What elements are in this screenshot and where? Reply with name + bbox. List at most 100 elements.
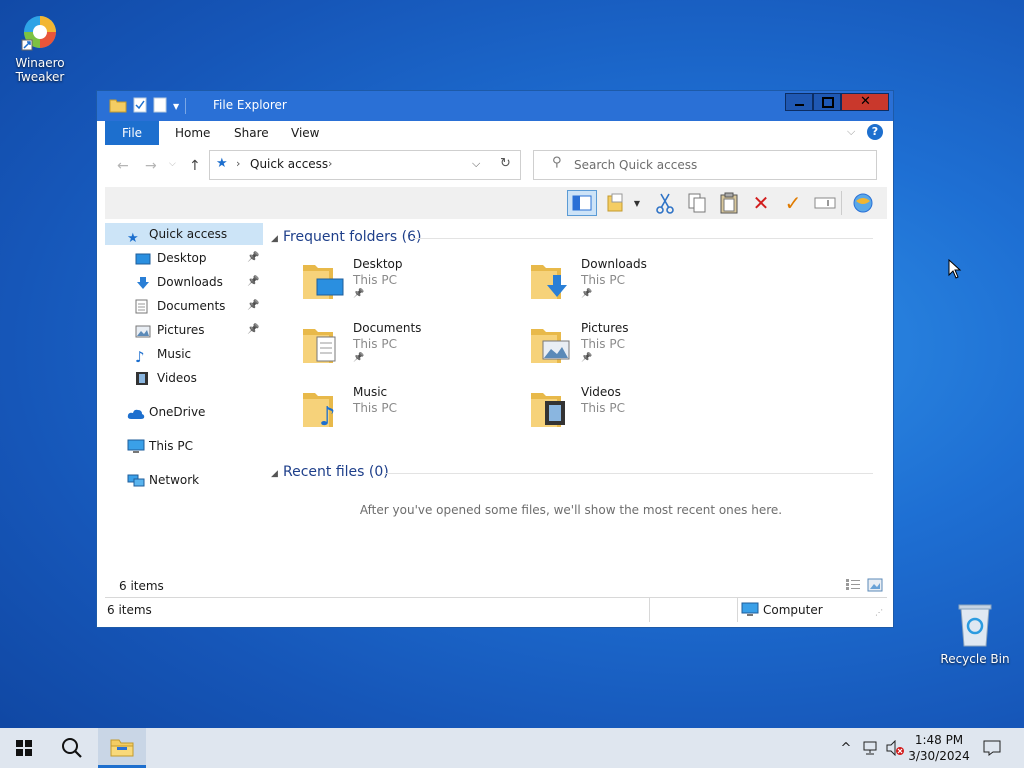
clock[interactable]: 1:48 PM 3/30/2024 bbox=[908, 732, 970, 764]
frequent-folders-header[interactable]: ◢ Frequent folders (6) bbox=[271, 229, 422, 245]
location-label: Computer bbox=[763, 603, 823, 617]
search-icon: ⚲ bbox=[552, 155, 562, 170]
recent-locations-button[interactable]: ⌵ bbox=[169, 159, 176, 169]
nav-item-desktop[interactable]: Desktop 📌 bbox=[105, 247, 263, 269]
command-toolbar: ▼ ✕ ✓ bbox=[105, 187, 887, 219]
close-button[interactable]: ✕ bbox=[841, 93, 889, 111]
forward-button[interactable]: → bbox=[145, 158, 157, 174]
folder-location: This PC bbox=[581, 337, 625, 351]
action-center-button[interactable] bbox=[980, 728, 1004, 768]
tab-file[interactable]: File bbox=[105, 121, 159, 145]
network-icon bbox=[127, 473, 145, 487]
show-hidden-icons-button[interactable]: ^ bbox=[836, 728, 856, 768]
collapse-caret-icon: ◢ bbox=[271, 469, 278, 479]
picture-icon bbox=[135, 323, 151, 338]
resize-grip[interactable]: ⋰ bbox=[875, 608, 885, 618]
title-bar[interactable]: ▼ File Explorer ✕ bbox=[97, 91, 893, 121]
folder-tile-desktop[interactable]: Desktop This PC 📌 bbox=[301, 257, 521, 313]
item-count: 6 items bbox=[119, 579, 164, 593]
folder-tile-documents[interactable]: Documents This PC 📌 bbox=[301, 321, 521, 377]
folder-icon bbox=[109, 97, 127, 116]
tab-view[interactable]: View bbox=[291, 121, 319, 145]
desktop-icon-winaero-tweaker[interactable]: Winaero Tweaker bbox=[0, 12, 80, 84]
folder-tile-music[interactable]: ♪ Music This PC bbox=[301, 385, 521, 441]
folder-location: This PC bbox=[353, 401, 397, 415]
up-button[interactable]: ↑ bbox=[189, 158, 201, 174]
desktop-icon-label: Tweaker bbox=[15, 70, 65, 84]
back-button[interactable]: ← bbox=[117, 158, 129, 174]
address-bar[interactable]: ★ › Quick access › ⌵ ↻ bbox=[209, 150, 521, 180]
pin-icon: 📌 bbox=[581, 289, 593, 299]
search-button[interactable] bbox=[48, 728, 96, 768]
refresh-icon[interactable]: ↻ bbox=[500, 156, 511, 171]
nav-item-onedrive[interactable]: OneDrive bbox=[105, 401, 263, 423]
globe-icon[interactable] bbox=[851, 191, 875, 215]
nav-item-videos[interactable]: Videos bbox=[105, 367, 263, 389]
properties-icon[interactable] bbox=[133, 97, 147, 116]
nav-item-label: Pictures bbox=[157, 323, 205, 337]
item-count-bottom: 6 items bbox=[107, 603, 152, 617]
nav-item-music[interactable]: ♪ Music bbox=[105, 343, 263, 365]
nav-item-label: Quick access bbox=[149, 227, 228, 241]
music-note-icon: ♪ bbox=[135, 348, 145, 366]
notification-icon bbox=[983, 740, 1001, 756]
address-bar-row: ← → ⌵ ↑ ★ › Quick access › ⌵ ↻ ⚲ Search … bbox=[105, 147, 887, 185]
details-view-icon[interactable] bbox=[845, 578, 861, 595]
cut-icon[interactable] bbox=[653, 191, 677, 215]
chevron-down-icon[interactable]: ▼ bbox=[631, 191, 643, 215]
expand-ribbon-icon[interactable]: ⌵ bbox=[847, 125, 855, 139]
breadcrumb-quick-access[interactable]: Quick access bbox=[250, 157, 328, 171]
nav-item-network[interactable]: Network bbox=[105, 469, 263, 491]
check-icon[interactable]: ✓ bbox=[781, 191, 805, 215]
nav-item-quick-access[interactable]: ★ Quick access bbox=[105, 223, 263, 246]
maximize-button[interactable] bbox=[813, 93, 841, 111]
rename-icon[interactable] bbox=[813, 191, 837, 215]
navigation-pane: ★ Quick access Desktop 📌 Downloads 📌 Documents… bbox=[105, 223, 263, 569]
star-icon: ★ bbox=[216, 156, 228, 171]
cloud-icon bbox=[127, 405, 145, 419]
copy-icon[interactable] bbox=[685, 191, 709, 215]
star-icon: ★ bbox=[127, 231, 139, 246]
pin-icon: 📌 bbox=[247, 300, 260, 311]
nav-item-label: Desktop bbox=[157, 251, 207, 265]
start-button[interactable] bbox=[0, 728, 48, 768]
tab-home[interactable]: Home bbox=[175, 121, 210, 145]
folder-name: Videos bbox=[581, 385, 621, 399]
new-folder-icon[interactable] bbox=[153, 97, 167, 116]
nav-item-downloads[interactable]: Downloads 📌 bbox=[105, 271, 263, 293]
mouse-cursor-icon bbox=[948, 259, 962, 279]
taskbar-file-explorer[interactable] bbox=[98, 728, 146, 768]
chevron-down-icon[interactable]: ▼ bbox=[173, 102, 179, 111]
nav-item-pictures[interactable]: Pictures 📌 bbox=[105, 319, 263, 341]
paste-icon[interactable] bbox=[717, 191, 741, 215]
nav-item-this-pc[interactable]: This PC bbox=[105, 435, 263, 457]
large-icons-view-icon[interactable] bbox=[867, 578, 883, 595]
tab-share[interactable]: Share bbox=[234, 121, 269, 145]
folder-tile-pictures[interactable]: Pictures This PC 📌 bbox=[529, 321, 749, 377]
address-dropdown-icon[interactable]: ⌵ bbox=[472, 157, 480, 171]
window-title: File Explorer bbox=[213, 98, 287, 112]
minimize-button[interactable] bbox=[785, 93, 813, 111]
delete-icon[interactable]: ✕ bbox=[749, 191, 773, 215]
folder-name: Desktop bbox=[353, 257, 403, 271]
folder-location: This PC bbox=[353, 273, 397, 287]
folder-tile-videos[interactable]: Videos This PC bbox=[529, 385, 749, 441]
preview-pane-button[interactable] bbox=[567, 190, 597, 216]
folder-location: This PC bbox=[581, 273, 625, 287]
nav-item-documents[interactable]: Documents 📌 bbox=[105, 295, 263, 317]
layout-button[interactable] bbox=[605, 191, 629, 215]
status-divider bbox=[737, 598, 738, 622]
help-icon[interactable]: ? bbox=[867, 124, 883, 140]
volume-muted-icon[interactable] bbox=[884, 728, 906, 768]
network-status-icon[interactable] bbox=[860, 728, 882, 768]
search-placeholder: Search Quick access bbox=[574, 158, 698, 172]
recent-files-header[interactable]: ◢ Recent files (0) bbox=[271, 464, 389, 480]
nav-item-label: OneDrive bbox=[149, 405, 206, 419]
pin-icon: 📌 bbox=[247, 324, 260, 335]
status-bar-bottom: 6 items Computer ⋰ bbox=[105, 597, 887, 622]
folder-tile-downloads[interactable]: Downloads This PC 📌 bbox=[529, 257, 749, 313]
desktop-icon-recycle-bin[interactable]: Recycle Bin bbox=[935, 602, 1015, 666]
folder-location: This PC bbox=[581, 401, 625, 415]
search-box[interactable]: ⚲ Search Quick access bbox=[533, 150, 877, 180]
clock-time: 1:48 PM bbox=[914, 733, 964, 747]
